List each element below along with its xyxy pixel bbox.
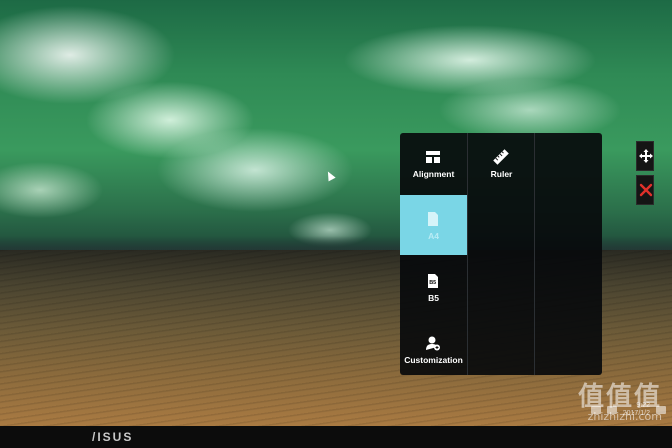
move-arrows-icon	[639, 149, 653, 163]
watermark-url: zhizhizhi.com	[587, 410, 662, 423]
menu-column-2: Ruler	[467, 133, 535, 375]
b5-paper-icon: B5	[428, 274, 438, 288]
menu-item-a4[interactable]: A4	[400, 195, 467, 255]
menu-item-label: A4	[428, 231, 439, 241]
watermark: 值值值 zhizhizhi.com	[578, 384, 662, 423]
watermark-text: 值值值	[577, 382, 662, 412]
menu-item-customization[interactable]: Customization	[400, 319, 467, 379]
close-button[interactable]	[636, 175, 654, 205]
alignment-grid-icon	[426, 151, 440, 163]
menu-item-label: B5	[428, 293, 439, 303]
taskbar	[0, 398, 672, 426]
menu-column-1: Alignment A4 B5 B5 Customization	[400, 133, 467, 375]
menu-item-label: Ruler	[490, 169, 513, 179]
brand-logo: /ISUS	[92, 430, 134, 444]
a4-paper-icon	[428, 212, 438, 226]
osd-menu-panel: Alignment A4 B5 B5 Customization Ruler	[400, 133, 602, 375]
menu-item-ruler[interactable]: Ruler	[468, 133, 535, 193]
svg-text:B5: B5	[429, 280, 436, 286]
menu-item-label: Alignment	[412, 169, 455, 179]
menu-item-alignment[interactable]: Alignment	[400, 133, 467, 193]
close-icon	[639, 183, 653, 197]
menu-item-label: Customization	[404, 355, 463, 365]
menu-item-b5[interactable]: B5 B5	[400, 257, 467, 317]
customization-user-icon	[426, 336, 440, 351]
menu-column-3	[534, 133, 602, 375]
ruler-icon	[493, 149, 509, 165]
move-button[interactable]	[636, 141, 654, 171]
